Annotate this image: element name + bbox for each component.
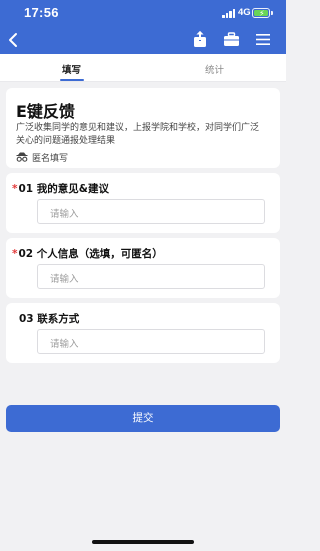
- required-mark: *: [12, 183, 18, 195]
- home-indicator[interactable]: [92, 540, 194, 544]
- required-mark: *: [12, 248, 18, 260]
- input-placeholder: 请输入: [50, 274, 79, 285]
- briefcase-icon[interactable]: [223, 32, 240, 47]
- battery-tip: [271, 11, 273, 15]
- network-type: 4G: [238, 7, 251, 18]
- question-label: 联系方式: [37, 313, 80, 325]
- opinion-input[interactable]: 请输入: [37, 199, 265, 224]
- question-number: 03: [19, 313, 34, 325]
- question-number: 02: [18, 248, 34, 260]
- incognito-glasses-icon: [16, 152, 28, 162]
- tab-fill[interactable]: 填写: [0, 62, 143, 76]
- question-heading: 03 联系方式: [19, 311, 79, 326]
- anonymous-label: 匿名填写: [32, 154, 69, 164]
- input-placeholder: 请输入: [50, 339, 79, 350]
- share-icon[interactable]: [192, 30, 208, 48]
- form-description: 广泛收集同学的意见和建议，上报学院和学校，对同学们广泛关心的问题通报处理结果: [16, 123, 260, 146]
- personal-info-input[interactable]: 请输入: [37, 264, 265, 289]
- hamburger-menu-icon[interactable]: [256, 34, 270, 45]
- signal-icon: [222, 9, 236, 18]
- status-bar: 17:56 4G ⚡: [0, 0, 286, 26]
- question-heading: *01 我的意见&建议: [12, 181, 109, 196]
- question-number: 01: [18, 183, 34, 195]
- app-header: 17:56 4G ⚡: [0, 0, 286, 54]
- contact-input[interactable]: 请输入: [37, 329, 265, 354]
- question-label: 我的意见&建议: [36, 183, 109, 195]
- form-title: E键反馈: [16, 102, 75, 121]
- tab-bar: 填写 统计: [0, 54, 286, 82]
- submit-button[interactable]: 提交: [6, 405, 280, 432]
- chevron-left-icon[interactable]: [6, 31, 22, 49]
- form-intro-card: E键反馈 广泛收集同学的意见和建议，上报学院和学校，对同学们广泛关心的问题通报处…: [6, 88, 280, 168]
- input-placeholder: 请输入: [50, 209, 79, 220]
- tab-statistics[interactable]: 统计: [143, 62, 286, 76]
- battery-icon: ⚡: [252, 8, 270, 18]
- question-card-2: *02 个人信息（选填，可匿名） 请输入: [6, 238, 280, 298]
- active-tab-indicator: [60, 79, 84, 81]
- question-card-3: 03 联系方式 请输入: [6, 303, 280, 363]
- question-heading: *02 个人信息（选填，可匿名）: [12, 246, 163, 261]
- question-card-1: *01 我的意见&建议 请输入: [6, 173, 280, 233]
- status-time: 17:56: [24, 5, 59, 20]
- question-label: 个人信息（选填，可匿名）: [36, 248, 163, 260]
